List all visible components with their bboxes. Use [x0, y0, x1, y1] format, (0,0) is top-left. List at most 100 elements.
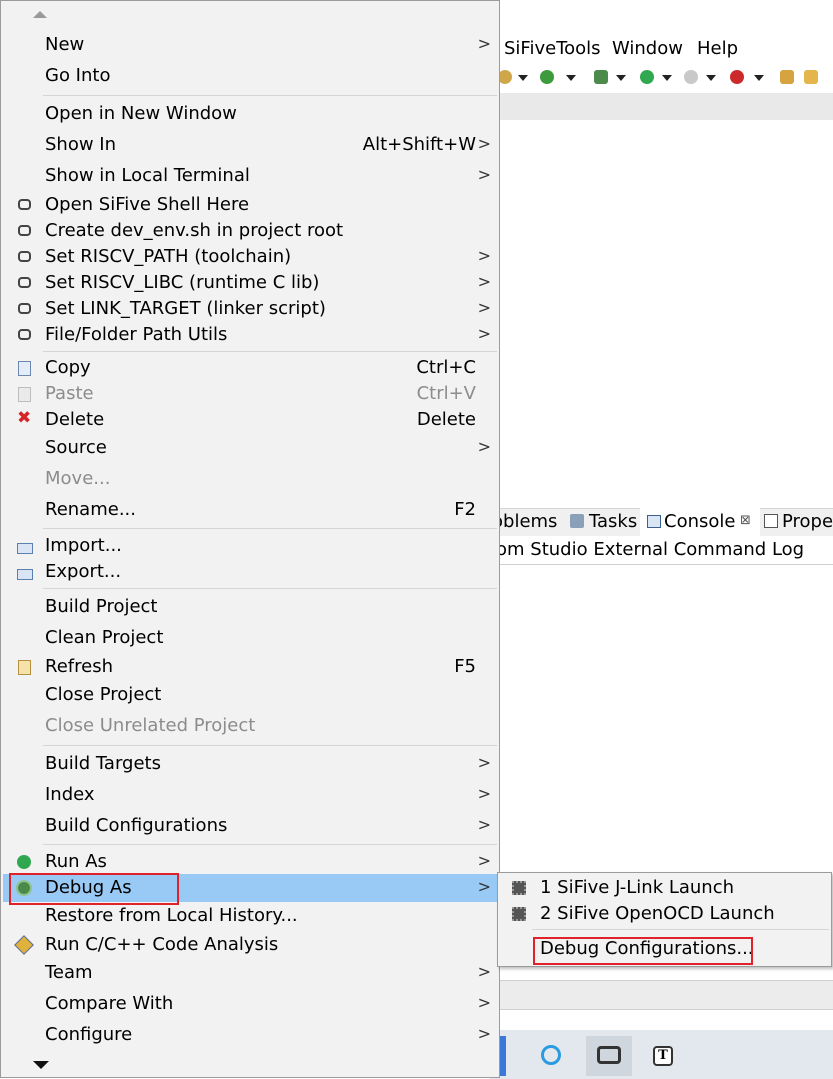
taskbar-app-icon[interactable]: [530, 1036, 576, 1076]
submenu-item-jlink-launch[interactable]: 1 SiFive J-Link Launch: [498, 874, 831, 902]
menu-item-close-project[interactable]: Close Project: [3, 681, 499, 709]
menu-item-new[interactable]: New >: [3, 31, 499, 59]
new-icon[interactable]: [498, 70, 512, 84]
menu-item-show-in-local-terminal[interactable]: Show in Local Terminal >: [3, 162, 499, 190]
run-icon: [17, 855, 31, 869]
sifive-icon: [18, 199, 31, 210]
menu-item-restore-local-history[interactable]: Restore from Local History...: [3, 902, 499, 930]
menu-item-label: Close Unrelated Project: [45, 715, 256, 736]
menu-item-label: Paste: [45, 383, 94, 404]
menu-item-label: Copy: [45, 357, 91, 378]
open-folder-icon[interactable]: [780, 70, 794, 84]
separator: [43, 745, 497, 746]
menu-item-move[interactable]: Move...: [3, 465, 499, 493]
shortcut-label: Ctrl+C: [416, 357, 476, 378]
scroll-down-icon[interactable]: [33, 1061, 49, 1069]
run-icon[interactable]: [640, 70, 654, 84]
menu-item-file-folder-path-utils[interactable]: File/Folder Path Utils >: [3, 321, 499, 349]
dropdown-arrow-icon[interactable]: [518, 75, 528, 81]
menu-window[interactable]: Window: [612, 38, 683, 59]
menu-item-source[interactable]: Source >: [3, 434, 499, 462]
chevron-right-icon: >: [477, 753, 491, 772]
dropdown-arrow-icon[interactable]: [706, 75, 716, 81]
menu-item-import[interactable]: Import...: [3, 532, 499, 560]
menu-item-copy[interactable]: Copy Ctrl+C: [3, 354, 499, 382]
dropdown-arrow-icon[interactable]: [616, 75, 626, 81]
menu-item-label: Set RISCV_PATH (toolchain): [45, 246, 292, 267]
separator: [43, 95, 497, 96]
close-icon[interactable]: ⊠: [740, 513, 751, 528]
taskbar-app-sifive[interactable]: [586, 1036, 632, 1076]
shortcut-label: F5: [454, 656, 476, 677]
menu-item-paste[interactable]: Paste Ctrl+V: [3, 380, 499, 408]
shortcut-label: Alt+Shift+W: [362, 134, 476, 155]
taskbar-app-icon[interactable]: T: [640, 1036, 686, 1076]
menu-item-label: Configure: [45, 1024, 133, 1045]
menu-item-go-into[interactable]: Go Into: [3, 62, 499, 90]
menu-item-label: Import...: [45, 535, 122, 556]
dropdown-arrow-icon[interactable]: [566, 75, 576, 81]
menu-item-clean-project[interactable]: Clean Project: [3, 624, 499, 652]
chevron-right-icon: >: [477, 272, 491, 291]
menu-item-refresh[interactable]: Refresh F5: [3, 653, 499, 681]
chevron-right-icon: >: [477, 962, 491, 981]
menu-item-set-link-target[interactable]: Set LINK_TARGET (linker script) >: [3, 295, 499, 323]
menu-item-label: Run C/C++ Code Analysis: [45, 934, 279, 955]
shortcut-label: F2: [454, 499, 476, 520]
menu-item-label: Set LINK_TARGET (linker script): [45, 298, 326, 319]
menu-item-label: New: [45, 34, 85, 55]
highlight-box: [9, 873, 179, 905]
tab-properties[interactable]: Prope: [782, 511, 833, 532]
menu-item-label: Open in New Window: [45, 103, 237, 124]
external-tools-icon[interactable]: [684, 70, 698, 84]
build-icon[interactable]: [540, 70, 554, 84]
menu-item-run-as[interactable]: Run As >: [3, 848, 499, 876]
debug-icon[interactable]: [594, 70, 608, 84]
menu-item-label: Source: [45, 437, 107, 458]
chevron-right-icon: >: [477, 298, 491, 317]
scroll-up-icon[interactable]: [33, 11, 47, 18]
properties-icon: [764, 514, 778, 528]
menu-item-set-riscv-libc[interactable]: Set RISCV_LIBC (runtime C lib) >: [3, 269, 499, 297]
menu-item-team[interactable]: Team >: [3, 959, 499, 987]
menu-item-compare-with[interactable]: Compare With >: [3, 990, 499, 1018]
menu-item-open-sifive-shell[interactable]: Open SiFive Shell Here: [3, 191, 499, 219]
menu-help[interactable]: Help: [697, 38, 738, 59]
dropdown-arrow-icon[interactable]: [754, 75, 764, 81]
menu-item-build-configurations[interactable]: Build Configurations >: [3, 812, 499, 840]
menu-item-label: Build Targets: [45, 753, 161, 774]
submenu-item-openocd-launch[interactable]: 2 SiFive OpenOCD Launch: [498, 900, 831, 928]
menu-item-build-targets[interactable]: Build Targets >: [3, 750, 499, 778]
menu-item-set-riscv-path[interactable]: Set RISCV_PATH (toolchain) >: [3, 243, 499, 271]
chevron-right-icon: >: [477, 993, 491, 1012]
menu-item-index[interactable]: Index >: [3, 781, 499, 809]
menu-item-close-unrelated-project[interactable]: Close Unrelated Project: [3, 712, 499, 740]
tab-problems[interactable]: oblems: [492, 511, 557, 532]
main-menubar: SiFiveTools Window Help: [500, 34, 833, 64]
chevron-right-icon: >: [477, 165, 491, 184]
coverage-icon[interactable]: [730, 70, 744, 84]
launch-icon[interactable]: [804, 70, 818, 84]
menu-sifivetools[interactable]: SiFiveTools: [504, 38, 601, 59]
tab-console[interactable]: Console: [664, 511, 735, 532]
menu-item-run-code-analysis[interactable]: Run C/C++ Code Analysis: [3, 931, 499, 959]
menu-item-delete[interactable]: ✖ Delete Delete: [3, 406, 499, 434]
menu-item-show-in[interactable]: Show In Alt+Shift+W >: [3, 131, 499, 159]
separator: [43, 351, 497, 352]
menu-item-open-in-new-window[interactable]: Open in New Window: [3, 100, 499, 128]
menu-item-configure[interactable]: Configure >: [3, 1021, 499, 1049]
sifive-icon: [597, 1046, 621, 1064]
tab-tasks[interactable]: Tasks: [589, 511, 637, 532]
chevron-right-icon: >: [477, 815, 491, 834]
menu-item-label: Build Project: [45, 596, 158, 617]
chevron-right-icon: >: [477, 246, 491, 265]
menu-item-build-project[interactable]: Build Project: [3, 593, 499, 621]
console-icon: [647, 515, 661, 528]
menu-item-create-dev-env[interactable]: Create dev_env.sh in project root: [3, 217, 499, 245]
menu-item-rename[interactable]: Rename... F2: [3, 496, 499, 524]
menu-item-label: Run As: [45, 851, 107, 872]
shortcut-label: Ctrl+V: [416, 383, 476, 404]
menu-item-export[interactable]: Export...: [3, 558, 499, 586]
separator: [532, 929, 829, 930]
dropdown-arrow-icon[interactable]: [662, 75, 672, 81]
